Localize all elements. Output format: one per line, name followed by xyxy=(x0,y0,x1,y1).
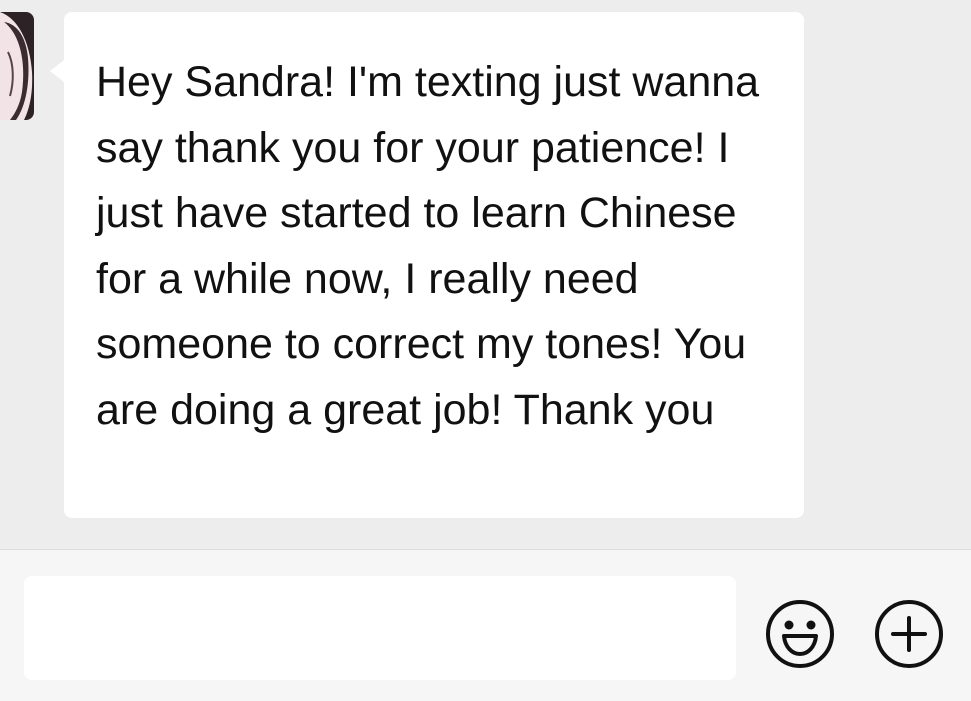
chat-area: Hey Sandra! I'm texting just wanna say t… xyxy=(0,0,971,549)
message-input[interactable] xyxy=(24,576,736,680)
more-button[interactable] xyxy=(873,598,945,670)
message-text: Hey Sandra! I'm texting just wanna say t… xyxy=(96,58,760,434)
emoji-icon xyxy=(766,600,834,668)
input-bar xyxy=(0,550,971,701)
message-bubble[interactable]: Hey Sandra! I'm texting just wanna say t… xyxy=(50,12,804,518)
plus-icon xyxy=(875,600,943,668)
avatar-image xyxy=(0,12,34,120)
emoji-button[interactable] xyxy=(764,598,836,670)
contact-avatar[interactable] xyxy=(0,12,34,120)
